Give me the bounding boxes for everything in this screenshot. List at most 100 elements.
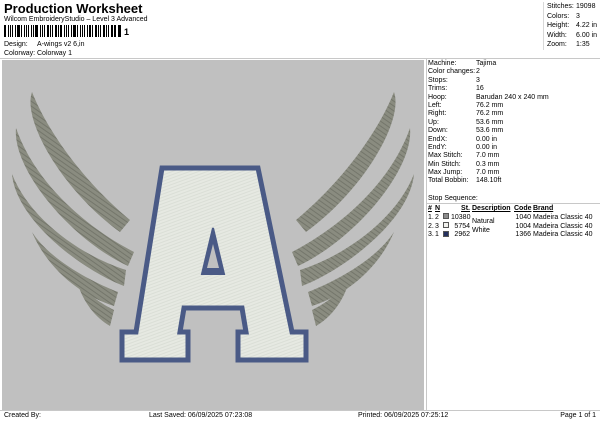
- barcode-bar: [76, 25, 78, 37]
- barcode-bar: [63, 25, 65, 37]
- col-header-num: #: [428, 205, 432, 212]
- barcode-bar: [100, 25, 102, 37]
- row-needle: 1: [435, 231, 439, 239]
- spec-label: Hoop:: [428, 93, 447, 101]
- barcode-bar: [34, 25, 38, 37]
- spec-row: Total Bobbin: 148.10ft: [428, 177, 600, 185]
- spec-label: Up:: [428, 118, 439, 126]
- spec-value: 0.3 mm: [476, 160, 500, 168]
- barcode: [4, 25, 122, 37]
- barcode-bar: [51, 25, 53, 37]
- stop-sequence-divider: [427, 203, 600, 204]
- spec-label: Max Stitch:: [428, 152, 463, 160]
- row-description: Natural White: [472, 218, 495, 234]
- row-stitches: 10380: [451, 213, 471, 221]
- barcode-bar: [70, 25, 73, 37]
- color-swatch: [443, 213, 449, 220]
- barcode-bar: [11, 25, 14, 37]
- spec-value: 16: [476, 85, 484, 93]
- col-header-code: Code: [514, 205, 532, 212]
- embroidery-design: [12, 92, 414, 363]
- spec-label: Left:: [428, 101, 442, 109]
- spec-value: 76.2 mm: [476, 110, 504, 118]
- spec-label: Color changes:: [428, 68, 476, 76]
- spec-value: 53.6 mm: [476, 118, 504, 126]
- spec-row: EndX: 0.00 in: [428, 136, 600, 144]
- footer-printed: Printed: 06/09/2025 07:25:12: [358, 412, 449, 419]
- spec-value: 7.0 mm: [476, 152, 500, 160]
- barcode-bar: [89, 25, 91, 37]
- stat-label: Height:: [547, 22, 570, 29]
- stat-value: 3: [576, 12, 580, 20]
- spec-row: Down: 53.6 mm: [428, 127, 600, 135]
- spec-value: 148.10ft: [476, 177, 502, 185]
- stat-label: Width:: [547, 31, 567, 39]
- barcode-bar: [49, 25, 51, 37]
- table-header: # N St. Description Code Brand: [428, 205, 600, 214]
- barcode-bar: [107, 25, 109, 37]
- design-preview: [2, 60, 424, 410]
- barcode-bar: [39, 25, 42, 37]
- spec-row: EndY: 0.00 in: [428, 144, 600, 152]
- spec-label: Min Stitch:: [428, 160, 461, 168]
- barcode-bar: [118, 25, 121, 37]
- spec-row: Up: 53.6 mm: [428, 119, 600, 127]
- spec-value: 7.0 mm: [476, 169, 500, 177]
- barcode-bar: [54, 25, 58, 37]
- spec-row: Machine: Tajima: [428, 60, 600, 68]
- barcode-bar: [67, 25, 69, 37]
- col-header-st: St.: [461, 205, 470, 212]
- spec-value: 0.00 in: [476, 143, 498, 151]
- barcode-bar: [65, 25, 67, 37]
- barcode-bar: [87, 25, 89, 37]
- barcode-bar: [4, 25, 6, 37]
- colorway-row: Colorway: Colorway 1: [4, 50, 72, 57]
- stats-panel: Stitches: 19098 Colors: 3 Height: 4.22 in W…: [543, 2, 600, 50]
- stop-sequence-title: Stop Sequence:: [428, 195, 478, 202]
- barcode-bar: [20, 25, 22, 37]
- barcode-bar: [31, 25, 33, 37]
- row-code: 1040: [515, 213, 531, 221]
- row-needle: 3: [435, 222, 439, 230]
- spec-value: 0.00 in: [476, 135, 498, 143]
- spec-value: 76.2 mm: [476, 101, 504, 109]
- spec-value: 2: [476, 68, 480, 76]
- footer-divider: [0, 410, 600, 411]
- row-code: 1004: [515, 222, 531, 230]
- spec-row: Max Jump: 7.0 mm: [428, 169, 600, 177]
- spec-row: Max Stitch: 7.0 mm: [428, 152, 600, 160]
- barcode-bar: [17, 25, 20, 37]
- spec-row: Hoop: Barudan 240 x 240 mm: [428, 94, 600, 102]
- spec-value: Barudan 240 x 240 mm: [476, 93, 549, 101]
- spec-row: Left: 76.2 mm: [428, 102, 600, 110]
- left-wing: [12, 92, 134, 326]
- spec-label: EndY:: [428, 143, 447, 151]
- stop-sequence-table: # N St. Description Code Brand 1. 2 1038…: [428, 205, 600, 240]
- barcode-bar: [15, 25, 17, 37]
- barcode-bar: [103, 25, 105, 37]
- stat-label: Colors:: [547, 12, 570, 20]
- spec-value: Tajima: [476, 60, 497, 67]
- color-swatch: [443, 222, 449, 229]
- letter-a: [119, 165, 309, 363]
- column-divider: [426, 59, 427, 410]
- color-swatch: [443, 230, 449, 237]
- row-brand: Madeira Classic 40: [533, 231, 593, 239]
- stat-height: Height: 4.22 in: [544, 21, 600, 31]
- barcode-bar: [91, 25, 93, 37]
- stat-colors: Colors: 3: [544, 12, 600, 22]
- table-row: 2. 3 5754 Natural White 1004 Madeira Cla…: [428, 218, 600, 234]
- table-row: 1. 2 10380 1040 Madeira Classic 40: [428, 213, 600, 223]
- barcode-bar: [60, 25, 62, 37]
- page-title: Production Worksheet: [4, 1, 143, 16]
- barcode-bar: [98, 25, 100, 37]
- barcode-bar: [94, 25, 98, 37]
- row-swatch: [443, 230, 451, 241]
- barcode-bar: [110, 25, 113, 37]
- spec-row: Stops: 3: [428, 77, 600, 85]
- col-header-brand: Brand: [533, 205, 554, 212]
- stat-stitches: Stitches: 19098: [544, 2, 600, 12]
- row-stitches: 5754: [454, 222, 470, 230]
- spec-value: 3: [476, 76, 480, 84]
- stat-value: 6.00 in: [576, 31, 598, 39]
